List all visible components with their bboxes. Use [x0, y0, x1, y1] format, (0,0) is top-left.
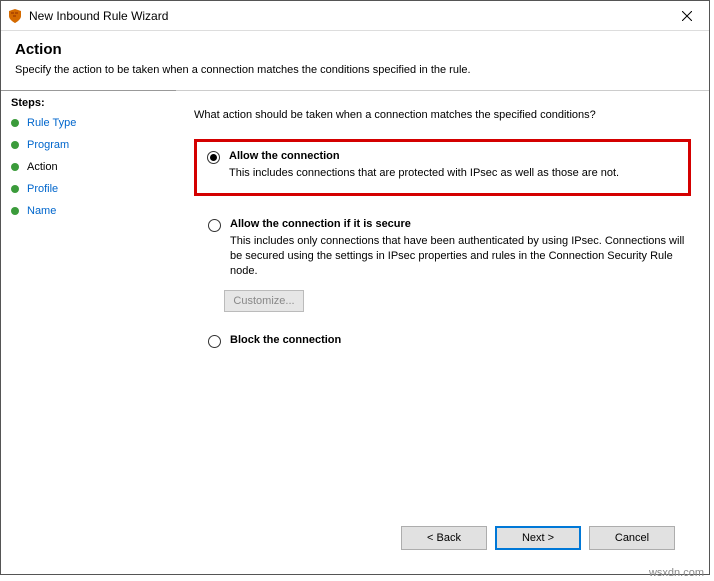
option-secure-desc: This includes only connections that have… — [230, 234, 685, 279]
main-panel: What action should be taken when a conne… — [176, 91, 709, 574]
wizard-window: New Inbound Rule Wizard Action Specify t… — [0, 0, 710, 575]
bullet-icon — [11, 163, 19, 171]
step-profile[interactable]: Profile — [11, 183, 166, 195]
titlebar: New Inbound Rule Wizard — [1, 1, 709, 31]
option-allow-title: Allow the connection — [229, 150, 678, 162]
customize-button: Customize... — [224, 290, 304, 312]
radio-block[interactable] — [208, 335, 221, 348]
body: Steps: Rule Type Program Action Profile … — [1, 91, 709, 574]
page-description: Specify the action to be taken when a co… — [15, 64, 695, 76]
firewall-icon — [7, 8, 23, 24]
option-allow[interactable]: Allow the connection This includes conne… — [201, 146, 684, 187]
close-button[interactable] — [665, 1, 709, 31]
option-secure[interactable]: Allow the connection if it is secure Thi… — [202, 214, 691, 285]
option-block-group: Block the connection — [194, 330, 691, 359]
bullet-icon — [11, 207, 19, 215]
next-button[interactable]: Next > — [495, 526, 581, 550]
radio-secure[interactable] — [208, 219, 221, 232]
steps-heading: Steps: — [11, 97, 166, 109]
prompt-text: What action should be taken when a conne… — [194, 109, 691, 121]
back-button[interactable]: < Back — [401, 526, 487, 550]
steps-sidebar: Steps: Rule Type Program Action Profile … — [1, 91, 176, 574]
close-icon — [682, 11, 692, 21]
step-program[interactable]: Program — [11, 139, 166, 151]
bullet-icon — [11, 185, 19, 193]
step-name[interactable]: Name — [11, 205, 166, 217]
watermark: wsxdn.com — [649, 567, 704, 579]
window-title: New Inbound Rule Wizard — [29, 9, 665, 23]
option-block[interactable]: Block the connection — [202, 330, 691, 359]
step-rule-type[interactable]: Rule Type — [11, 117, 166, 129]
step-action[interactable]: Action — [11, 161, 166, 173]
cancel-button[interactable]: Cancel — [589, 526, 675, 550]
footer: < Back Next > Cancel — [194, 516, 691, 564]
bullet-icon — [11, 141, 19, 149]
page-title: Action — [15, 41, 695, 58]
option-allow-desc: This includes connections that are prote… — [229, 166, 678, 181]
bullet-icon — [11, 119, 19, 127]
option-block-title: Block the connection — [230, 334, 685, 346]
option-allow-highlighted: Allow the connection This includes conne… — [194, 139, 691, 196]
option-secure-title: Allow the connection if it is secure — [230, 218, 685, 230]
option-secure-group: Allow the connection if it is secure Thi… — [194, 214, 691, 313]
header: Action Specify the action to be taken wh… — [1, 31, 709, 90]
radio-allow[interactable] — [207, 151, 220, 164]
